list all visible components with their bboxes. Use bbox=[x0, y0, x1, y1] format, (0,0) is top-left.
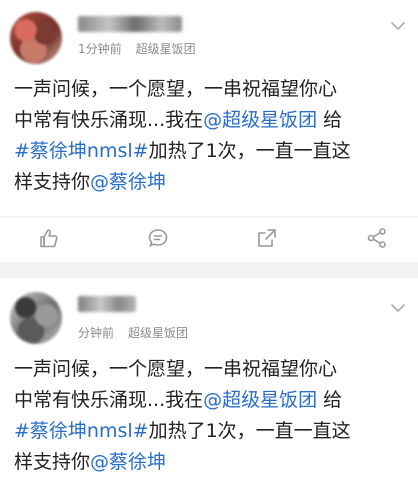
hashtag-link[interactable]: #蔡徐坤nmsl# bbox=[14, 420, 149, 442]
content-text: 中常有快乐涌现...我在 bbox=[14, 389, 204, 411]
content-line: 样支持你@蔡徐坤 bbox=[14, 447, 408, 478]
content-line: 一声问候，一个愿望，一串祝福望你心 bbox=[14, 78, 338, 100]
share-icon bbox=[258, 229, 276, 247]
post-time: 分钟前 bbox=[78, 326, 115, 340]
comment-icon bbox=[148, 229, 168, 247]
content-text: 加热了1次，一直一直这 bbox=[148, 140, 351, 162]
username-redacted[interactable] bbox=[78, 296, 136, 312]
content-text: 加热了1次，一直一直这 bbox=[148, 420, 351, 442]
post-source[interactable]: 超级星饭团 bbox=[128, 326, 188, 340]
mention-link[interactable]: @超级星饭团 bbox=[203, 109, 317, 131]
more-icon bbox=[367, 228, 386, 248]
avatar[interactable] bbox=[10, 12, 62, 64]
content-text: 样支持你 bbox=[14, 451, 91, 473]
comment-button[interactable] bbox=[147, 227, 169, 249]
content-line: 一声问候，一个愿望，一串祝福望你心 bbox=[14, 358, 338, 380]
feed: 1分钟前 超级星饭团 一声问候，一个愿望，一串祝福望你心 中常有快乐涌现...我在… bbox=[0, 0, 418, 494]
hashtag-link[interactable]: #蔡徐坤nmsl# bbox=[14, 140, 149, 162]
content-text: 给 bbox=[317, 389, 343, 411]
content-line: 中常有快乐涌现...我在@超级星饭团 给 bbox=[14, 105, 408, 136]
post-meta: 分钟前 超级星饭团 bbox=[78, 324, 188, 341]
post-content: 一声问候，一个愿望，一串祝福望你心 中常有快乐涌现...我在@超级星饭团 给 #… bbox=[14, 74, 408, 198]
post-header: 分钟前 超级星饭团 bbox=[0, 278, 418, 344]
content-line: 样支持你@蔡徐坤 bbox=[14, 167, 408, 198]
content-line: #蔡徐坤nmsl#加热了1次，一直一直这 bbox=[14, 416, 408, 447]
username-redacted[interactable] bbox=[78, 16, 182, 32]
content-line: #蔡徐坤nmsl#加热了1次，一直一直这 bbox=[14, 136, 408, 167]
post-meta: 1分钟前 超级星饭团 bbox=[78, 40, 196, 57]
chevron-down-icon[interactable] bbox=[390, 20, 406, 32]
avatar[interactable] bbox=[10, 292, 62, 344]
content-line: 中常有快乐涌现...我在@超级星饭团 给 bbox=[14, 385, 408, 416]
like-button[interactable] bbox=[38, 227, 60, 249]
post-source[interactable]: 超级星饭团 bbox=[136, 42, 196, 56]
post-card: 1分钟前 超级星饭团 一声问候，一个愿望，一串祝福望你心 中常有快乐涌现...我在… bbox=[0, 0, 418, 262]
post-header: 1分钟前 超级星饭团 bbox=[0, 0, 418, 64]
post-time: 1分钟前 bbox=[78, 42, 122, 56]
action-bar bbox=[0, 216, 418, 260]
content-text: 给 bbox=[317, 109, 343, 131]
mention-link[interactable]: @超级星饭团 bbox=[203, 389, 317, 411]
content-text: 样支持你 bbox=[14, 171, 91, 193]
more-share-button[interactable] bbox=[366, 227, 388, 249]
chevron-down-icon[interactable] bbox=[390, 302, 406, 314]
like-icon bbox=[40, 229, 58, 248]
content-text: 中常有快乐涌现...我在 bbox=[14, 109, 204, 131]
share-button[interactable] bbox=[256, 227, 278, 249]
mention-link[interactable]: @蔡徐坤 bbox=[90, 451, 166, 473]
post-content: 一声问候，一个愿望，一串祝福望你心 中常有快乐涌现...我在@超级星饭团 给 #… bbox=[14, 354, 408, 478]
mention-link[interactable]: @蔡徐坤 bbox=[90, 171, 166, 193]
